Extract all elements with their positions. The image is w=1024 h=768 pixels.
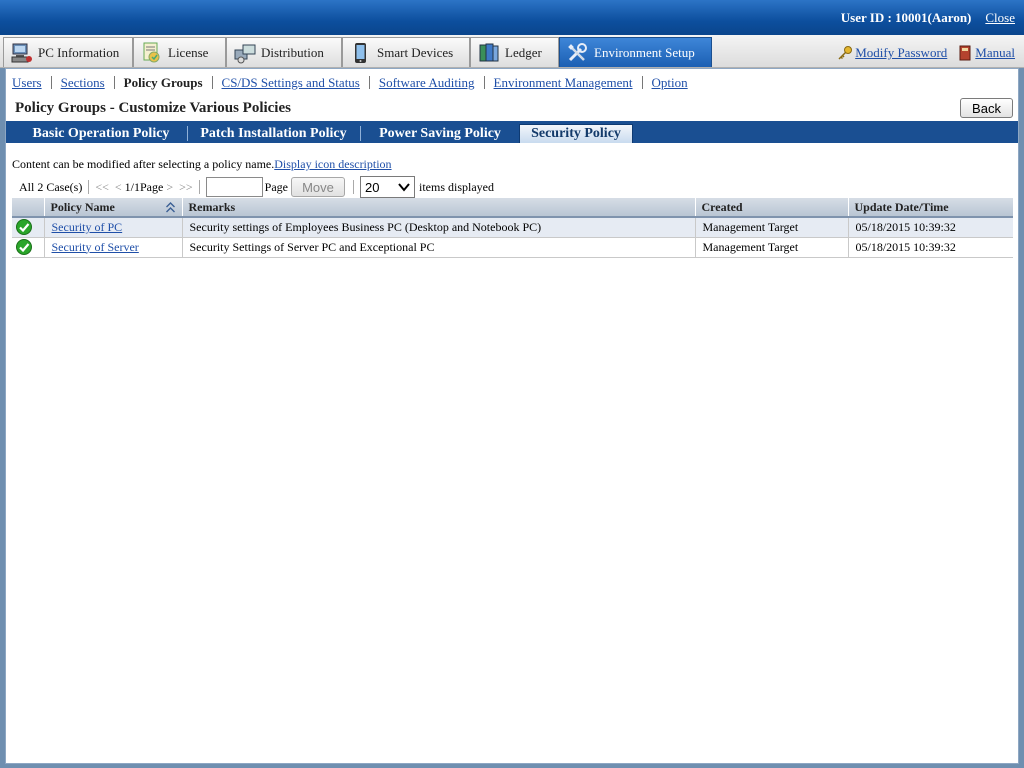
last-page-link[interactable]: >>: [179, 180, 193, 195]
tab-label: Smart Devices: [377, 44, 454, 60]
next-page-link[interactable]: >: [166, 180, 173, 195]
table-header-row: Policy Name Remarks Created Update Date/…: [12, 198, 1013, 218]
policy-name-cell: Security of PC: [43, 217, 182, 238]
pagination-bar: All 2 Case(s) << < 1/1Page > >> Page Mov…: [19, 176, 494, 198]
page-label: Page: [264, 179, 288, 194]
tab-environment-setup[interactable]: Environment Setup: [559, 37, 712, 67]
page-info: 1/1Page: [124, 179, 164, 194]
items-per-page-select[interactable]: 20: [359, 176, 415, 198]
tab-security-policy[interactable]: Security Policy: [519, 124, 633, 143]
items-per-page-value: 20: [364, 179, 380, 195]
first-page-link[interactable]: <<: [95, 180, 109, 195]
top-header-bar: User ID : 10001(Aaron) Close: [0, 0, 1024, 35]
tab-label: Distribution: [261, 44, 324, 60]
sort-ascending-icon[interactable]: [165, 201, 176, 214]
policy-name-link[interactable]: Security of Server: [52, 240, 139, 254]
subnav-sections[interactable]: Sections: [50, 75, 114, 89]
modify-password-link[interactable]: Modify Password: [855, 45, 947, 61]
move-button[interactable]: Move: [290, 177, 345, 197]
main-module-tabs: PC Information License Distribution Smar…: [0, 35, 1024, 68]
tab-power-saving-policy[interactable]: Power Saving Policy: [366, 124, 514, 143]
divider: [198, 180, 200, 194]
pc-icon: [11, 43, 32, 62]
user-info: User ID : 10001(Aaron) Close: [841, 10, 1015, 26]
column-header-created: Created: [694, 198, 848, 218]
tab-label: Ledger: [505, 44, 542, 60]
subnav-software-auditing[interactable]: Software Auditing: [368, 75, 484, 89]
distribution-icon: [234, 44, 256, 63]
subnav-users[interactable]: Users: [12, 76, 51, 89]
display-icon-description-link[interactable]: Display icon description: [274, 157, 391, 171]
hint-text: Content can be modified after selecting …: [12, 157, 392, 172]
tab-label: Environment Setup: [594, 44, 695, 60]
close-link[interactable]: Close: [985, 10, 1015, 25]
tab-patch-installation-policy[interactable]: Patch Installation Policy: [189, 124, 361, 143]
table-row: Security of PC Security settings of Empl…: [12, 217, 1013, 238]
manual-book-icon: [959, 45, 971, 61]
manual-link[interactable]: Manual: [975, 45, 1015, 61]
tab-smart-devices[interactable]: Smart Devices: [342, 37, 470, 67]
tools-icon: [568, 42, 587, 61]
table-row: Security of Server Security Settings of …: [12, 237, 1013, 258]
items-displayed-label: items displayed: [418, 179, 494, 194]
tab-label: PC Information: [38, 44, 120, 60]
column-header-label: Policy Name: [50, 199, 115, 214]
sub-navigation: Users Sections Policy Groups CS/DS Setti…: [12, 73, 697, 91]
chevron-down-icon: [398, 183, 410, 192]
check-ok-icon: [16, 239, 32, 255]
tab-label: License: [168, 44, 209, 60]
key-icon: [838, 46, 853, 60]
policy-table: Policy Name Remarks Created Update Date/…: [12, 198, 1013, 258]
column-header-policy-name[interactable]: Policy Name: [43, 198, 182, 218]
tab-license[interactable]: License: [133, 37, 226, 67]
created-cell: Management Target: [694, 217, 848, 238]
tab-pc-information[interactable]: PC Information: [3, 37, 133, 67]
column-header-remarks: Remarks: [181, 198, 695, 218]
status-cell: [12, 237, 44, 258]
smart-device-icon: [355, 42, 366, 63]
content-frame: Users Sections Policy Groups CS/DS Setti…: [5, 68, 1019, 764]
policy-tabs: Basic Operation Policy Patch Installatio…: [6, 121, 1018, 143]
utility-links: Modify Password Manual: [837, 45, 1015, 61]
prev-page-link[interactable]: <: [115, 180, 122, 195]
subnav-policy-groups: Policy Groups: [113, 75, 212, 89]
page-title: Policy Groups - Customize Various Polici…: [15, 100, 291, 116]
update-date-cell: 05/18/2015 10:39:32: [847, 217, 1013, 238]
divider: [352, 180, 354, 194]
total-count: All 2 Case(s): [19, 179, 83, 194]
tab-ledger[interactable]: Ledger: [470, 37, 559, 67]
tab-basic-operation-policy[interactable]: Basic Operation Policy: [17, 124, 188, 143]
back-button[interactable]: Back: [960, 98, 1013, 118]
remarks-cell: Security settings of Employees Business …: [181, 217, 695, 238]
hint-message: Content can be modified after selecting …: [12, 157, 275, 171]
tab-distribution[interactable]: Distribution: [226, 37, 342, 67]
check-ok-icon: [16, 219, 32, 236]
ledger-icon: [479, 43, 499, 61]
user-id-label: User ID : 10001(Aaron): [840, 10, 972, 25]
subnav-option[interactable]: Option: [641, 75, 697, 89]
license-icon: [143, 42, 160, 62]
divider: [88, 180, 90, 194]
column-header-update-date: Update Date/Time: [847, 198, 1013, 218]
status-cell: [12, 217, 44, 238]
column-header-status: [12, 198, 44, 218]
policy-name-link[interactable]: Security of PC: [52, 220, 123, 234]
policy-name-cell: Security of Server: [43, 237, 182, 258]
subnav-environment-management[interactable]: Environment Management: [483, 75, 642, 89]
page-number-input[interactable]: [205, 177, 263, 197]
subnav-cs-ds-settings[interactable]: CS/DS Settings and Status: [211, 75, 369, 89]
created-cell: Management Target: [694, 237, 848, 258]
update-date-cell: 05/18/2015 10:39:32: [847, 237, 1013, 258]
remarks-cell: Security Settings of Server PC and Excep…: [181, 237, 695, 258]
